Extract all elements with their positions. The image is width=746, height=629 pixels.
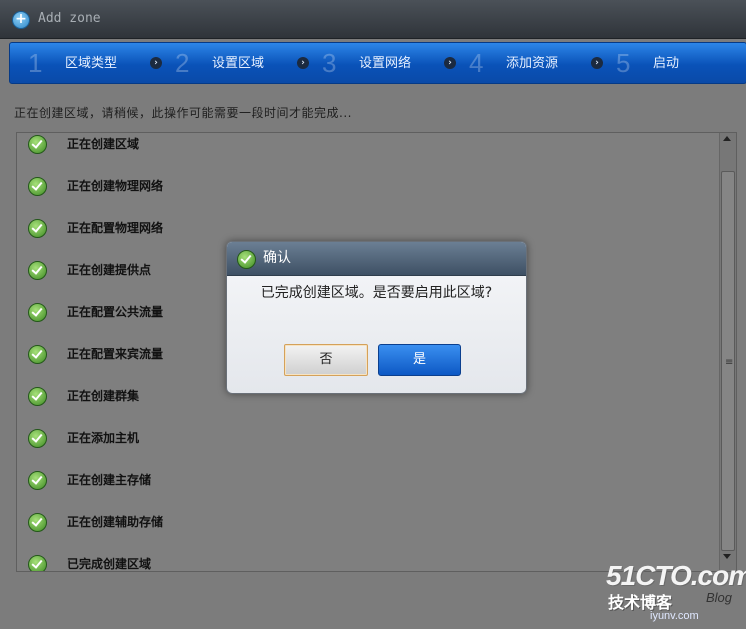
yes-button[interactable]: 是	[378, 344, 461, 376]
step-label: 设置网络	[359, 56, 412, 71]
dialog-title: 确认	[263, 250, 291, 266]
confirm-dialog: 确认 已完成创建区域。是否要启用此区域? 否 是	[226, 241, 527, 394]
window-title: Add zone	[38, 11, 101, 26]
task-label: 正在创建主存储	[67, 473, 152, 487]
check-circle-icon	[28, 471, 47, 490]
title-bar: + Add zone	[0, 0, 746, 39]
step-label: 添加资源	[506, 56, 559, 71]
step-label: 区域类型	[65, 56, 118, 71]
check-circle-icon	[237, 250, 256, 269]
list-item: 正在配置物理网络	[17, 203, 717, 245]
task-label: 正在配置来宾流量	[67, 347, 164, 361]
list-item: 正在创建区域	[17, 133, 717, 161]
check-circle-icon	[28, 387, 47, 406]
plus-circle-icon: +	[12, 11, 30, 29]
list-item: 正在添加主机	[17, 413, 717, 455]
task-label: 正在创建物理网络	[67, 179, 164, 193]
wizard-step-4: 4 添加资源 ›	[451, 43, 603, 83]
step-number: 1	[28, 48, 43, 78]
step-number: 5	[616, 48, 631, 78]
step-number: 3	[322, 48, 337, 78]
step-number: 2	[175, 48, 190, 78]
step-label: 设置区域	[212, 56, 265, 71]
grip-icon: ≡	[725, 357, 734, 368]
status-text: 正在创建区域，请稍候，此操作可能需要一段时间才能完成...	[14, 106, 352, 120]
check-circle-icon	[28, 513, 47, 532]
chevron-right-icon: ›	[591, 57, 603, 69]
check-circle-icon	[28, 555, 47, 571]
chevron-right-icon: ›	[150, 57, 162, 69]
chevron-right-icon: ›	[444, 57, 456, 69]
watermark-blog: Blog	[706, 590, 733, 605]
list-item: 正在创建主存储	[17, 455, 717, 497]
task-label: 已完成创建区域	[67, 557, 152, 571]
dialog-message: 已完成创建区域。是否要启用此区域?	[260, 285, 493, 301]
watermark: 51CTO.com 技术博客 Blog iyunv.com	[606, 556, 746, 629]
wizard-step-5: 5 启动	[598, 43, 745, 83]
list-item: 正在创建辅助存储	[17, 497, 717, 539]
wizard-step-3: 3 设置网络 ›	[304, 43, 456, 83]
watermark-url: iyunv.com	[650, 610, 699, 622]
check-circle-icon	[28, 261, 47, 280]
task-label: 正在添加主机	[67, 431, 140, 445]
task-label: 正在创建区域	[67, 137, 140, 151]
task-label: 正在创建辅助存储	[67, 515, 164, 529]
check-circle-icon	[28, 177, 47, 196]
check-circle-icon	[28, 219, 47, 238]
scroll-thumb[interactable]: ≡	[721, 171, 735, 551]
check-circle-icon	[28, 135, 47, 154]
watermark-logo: 51CTO.com	[606, 560, 746, 591]
wizard-steps: 1 区域类型 › 2 设置区域 › 3 设置网络 › 4 添加资源 › 5 启动	[9, 42, 746, 84]
no-button[interactable]: 否	[284, 344, 368, 376]
check-circle-icon	[28, 429, 47, 448]
list-item: 正在创建物理网络	[17, 161, 717, 203]
step-label: 启动	[653, 56, 680, 71]
task-label: 正在创建群集	[67, 389, 140, 403]
dialog-header: 确认	[227, 242, 526, 276]
task-label: 正在创建提供点	[67, 263, 152, 277]
step-number: 4	[469, 48, 484, 78]
vertical-scrollbar[interactable]: ≡	[719, 133, 736, 571]
chevron-right-icon: ›	[297, 57, 309, 69]
task-label: 正在配置物理网络	[67, 221, 164, 235]
check-circle-icon	[28, 345, 47, 364]
wizard-step-2: 2 设置区域 ›	[157, 43, 309, 83]
wizard-step-1: 1 区域类型 ›	[10, 43, 162, 83]
check-circle-icon	[28, 303, 47, 322]
task-label: 正在配置公共流量	[67, 305, 164, 319]
scroll-up-arrow-icon[interactable]	[723, 136, 731, 141]
